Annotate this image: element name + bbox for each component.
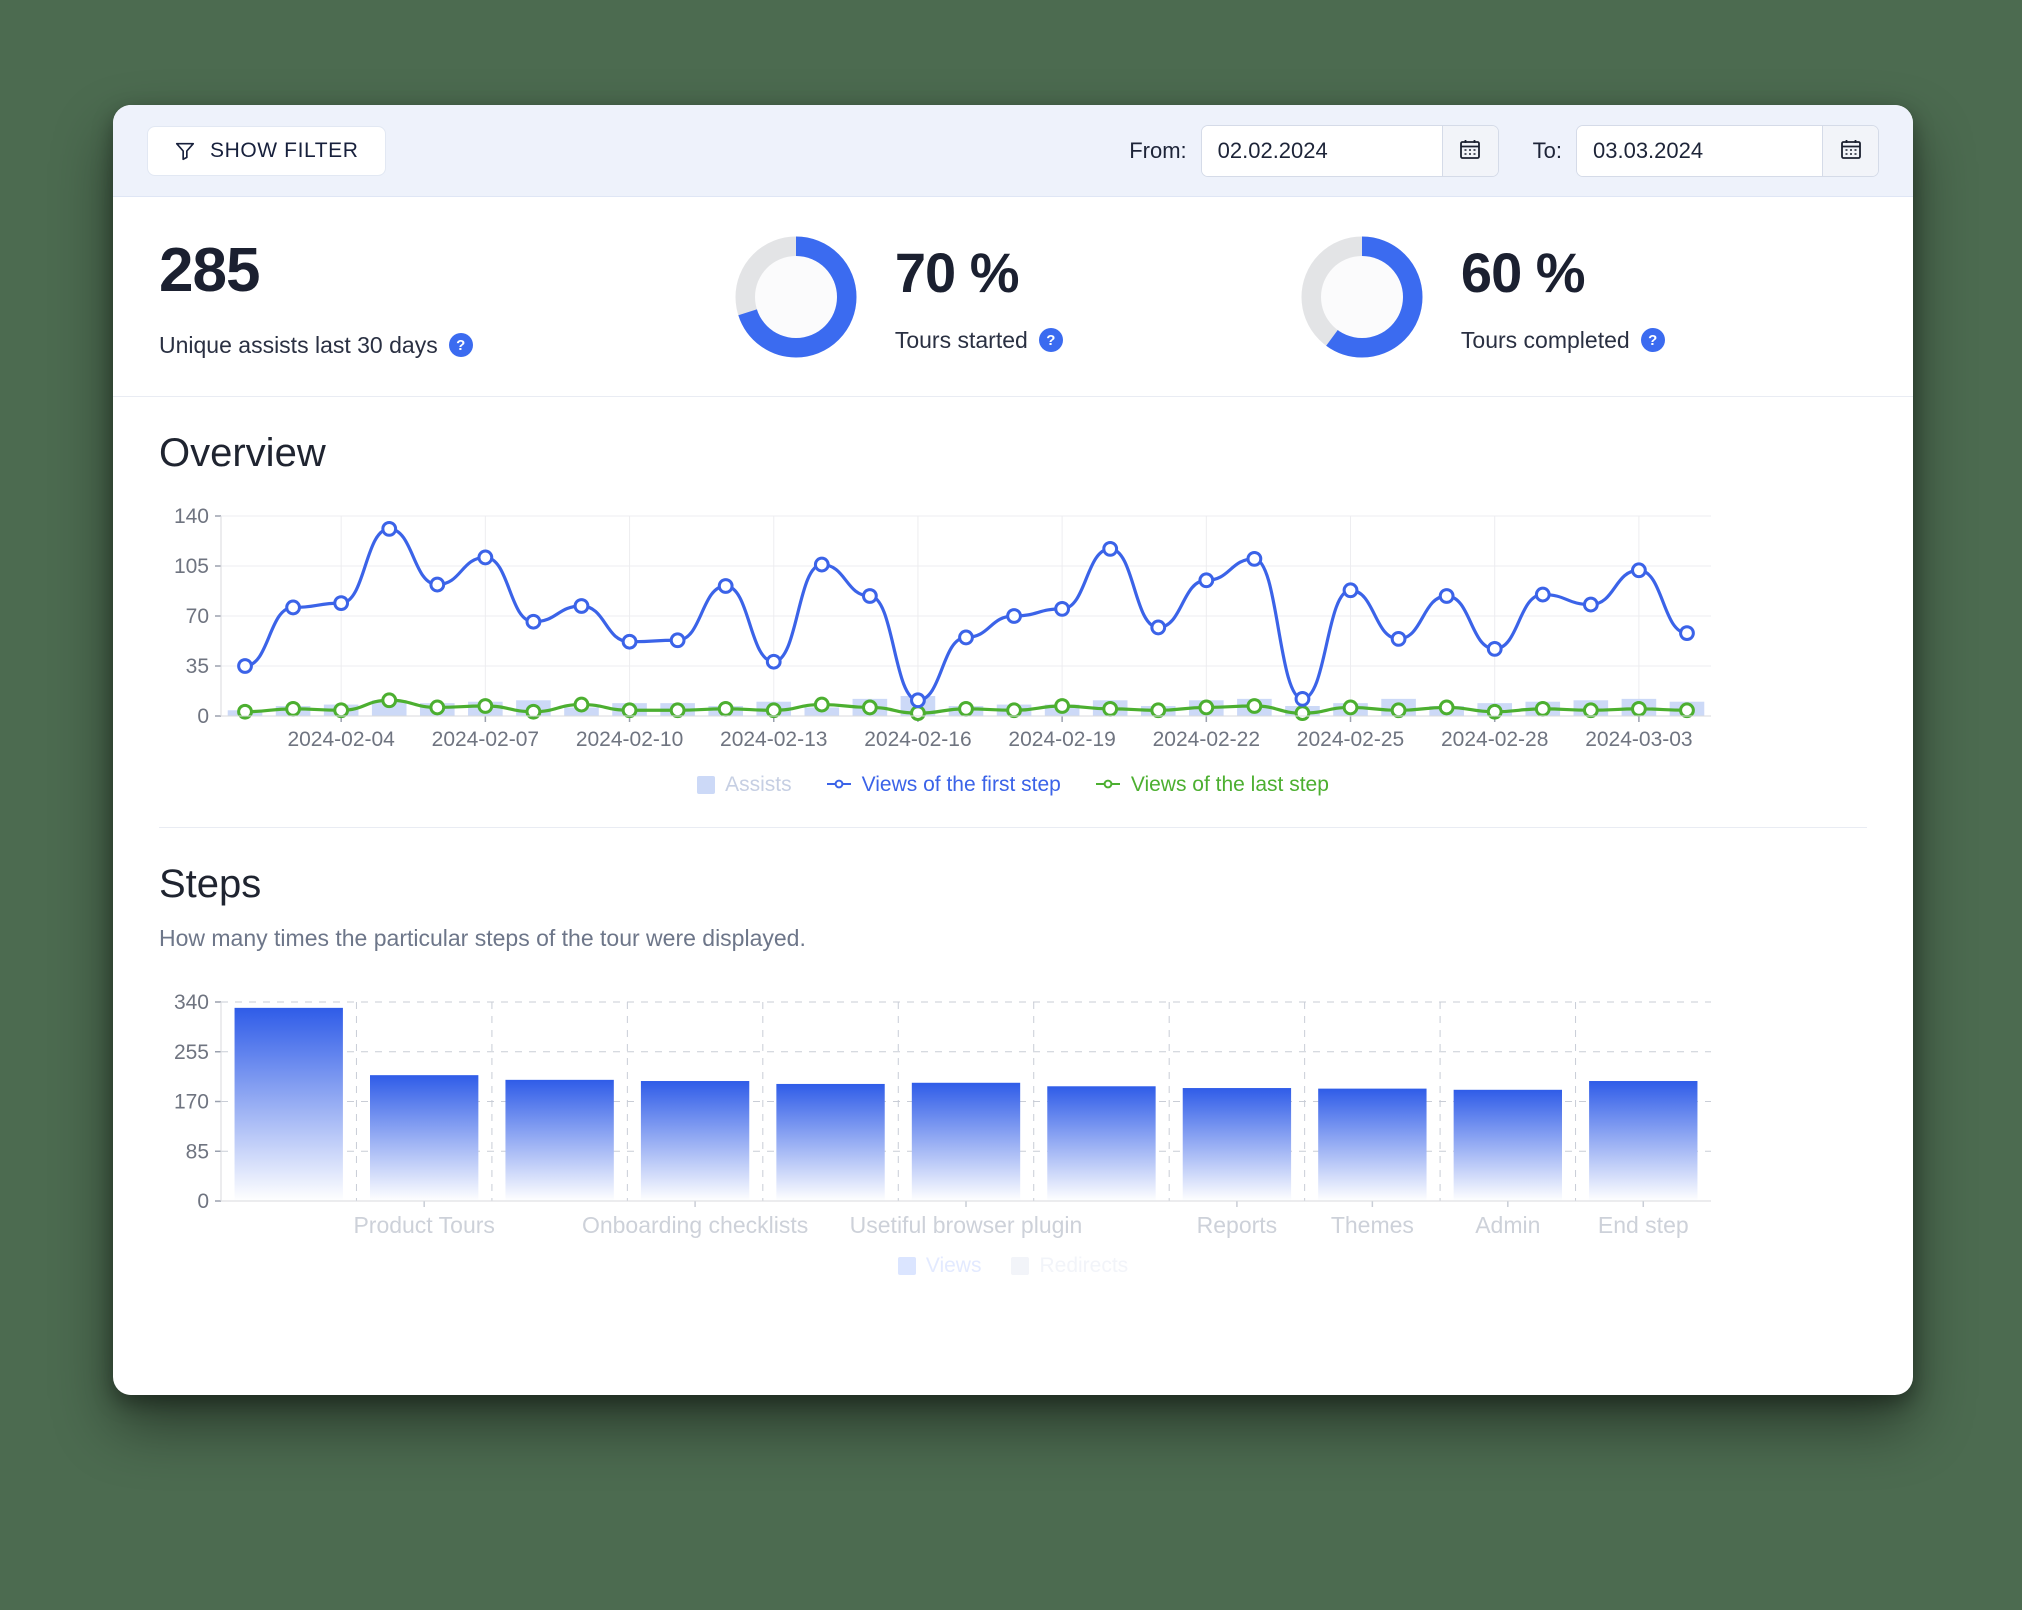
- tours-started-text: 70 % Tours started ?: [895, 240, 1063, 354]
- donut-hole: [755, 256, 837, 338]
- svg-text:2024-02-25: 2024-02-25: [1297, 728, 1404, 751]
- page-title-steps: Steps: [159, 862, 1867, 907]
- kpi-value: 70 %: [895, 240, 1063, 305]
- svg-text:35: 35: [186, 655, 209, 678]
- svg-text:Usetiful browser plugin: Usetiful browser plugin: [850, 1212, 1083, 1238]
- calendar-icon: [1839, 137, 1863, 164]
- toolbar: SHOW FILTER From: To:: [113, 105, 1913, 197]
- from-date-field: [1201, 125, 1499, 177]
- from-calendar-button[interactable]: [1442, 126, 1498, 176]
- svg-text:85: 85: [186, 1140, 209, 1163]
- svg-text:Themes: Themes: [1331, 1212, 1414, 1238]
- overview-section: Overview 0 35 70 105 140 2024-02-04 2024-02-07…: [113, 431, 1913, 828]
- line-marker-icon: [826, 773, 852, 797]
- svg-text:2024-02-13: 2024-02-13: [720, 728, 827, 751]
- donut-hole: [1321, 256, 1403, 338]
- page-title-overview: Overview: [159, 431, 1867, 476]
- to-date-input[interactable]: [1577, 126, 1822, 176]
- kpi-label: Tours started: [895, 327, 1028, 354]
- assists-swatch: [697, 776, 715, 794]
- svg-text:105: 105: [174, 555, 209, 578]
- kpi-unique-assists: 285 Unique assists last 30 days ?: [159, 235, 735, 359]
- svg-text:0: 0: [197, 705, 209, 728]
- svg-text:0: 0: [197, 1190, 209, 1213]
- svg-text:End step: End step: [1598, 1212, 1689, 1238]
- legend-item-views[interactable]: Views: [898, 1254, 982, 1278]
- svg-text:2024-03-03: 2024-03-03: [1585, 728, 1692, 751]
- views-swatch: [898, 1257, 916, 1275]
- overview-chart: 0 35 70 105 140 2024-02-04 2024-02-07 2024-02-1…: [159, 502, 1867, 797]
- funnel-icon: [174, 140, 196, 162]
- calendar-icon: [1458, 137, 1482, 164]
- svg-text:Reports: Reports: [1197, 1212, 1278, 1238]
- legend-label: Views of the first step: [862, 773, 1061, 797]
- legend-label: Redirects: [1039, 1254, 1128, 1278]
- kpi-label: Tours completed: [1461, 327, 1630, 354]
- svg-text:2024-02-04: 2024-02-04: [287, 728, 395, 751]
- kpi-value: 60 %: [1461, 240, 1665, 305]
- to-label: To:: [1533, 138, 1562, 164]
- tours-completed-donut: [1301, 236, 1423, 358]
- svg-text:2024-02-28: 2024-02-28: [1441, 728, 1548, 751]
- to-date-group: To:: [1533, 125, 1879, 177]
- svg-text:Onboarding checklists: Onboarding checklists: [582, 1212, 808, 1238]
- kpi-label-row: Unique assists last 30 days ?: [159, 332, 473, 359]
- svg-text:2024-02-22: 2024-02-22: [1153, 728, 1260, 751]
- legend-label: Views of the last step: [1131, 773, 1329, 797]
- svg-text:70: 70: [186, 605, 209, 628]
- redirects-swatch: [1011, 1257, 1029, 1275]
- steps-bar-chart[interactable]: 0 85 170 255 340 Product Tours Onboarding chec…: [159, 992, 1719, 1247]
- legend-item-last-step[interactable]: Views of the last step: [1095, 773, 1329, 797]
- show-filter-button[interactable]: SHOW FILTER: [147, 126, 386, 176]
- to-date-field: [1576, 125, 1879, 177]
- from-date-group: From:: [1129, 125, 1498, 177]
- legend-label: Views: [926, 1254, 982, 1278]
- legend-item-redirects[interactable]: Redirects: [1011, 1254, 1128, 1278]
- help-icon[interactable]: ?: [1039, 328, 1063, 352]
- svg-text:255: 255: [174, 1041, 209, 1064]
- section-divider: [159, 827, 1867, 828]
- svg-text:Product Tours: Product Tours: [353, 1212, 494, 1238]
- kpi-tours-completed: 60 % Tours completed ?: [1301, 236, 1867, 358]
- svg-text:2024-02-19: 2024-02-19: [1008, 728, 1115, 751]
- overview-legend: Assists Views of the first step Views of…: [159, 773, 1867, 797]
- dashboard-window: SHOW FILTER From: To:: [113, 105, 1913, 1395]
- steps-section: Steps How many times the particular step…: [113, 862, 1913, 1278]
- steps-legend: Views Redirects: [159, 1254, 1867, 1278]
- tours-started-donut: [735, 236, 857, 358]
- from-label: From:: [1129, 138, 1186, 164]
- kpi-tours-started: 70 % Tours started ?: [735, 236, 1301, 358]
- kpi-value: 285: [159, 235, 259, 306]
- show-filter-label: SHOW FILTER: [210, 139, 359, 163]
- legend-item-assists[interactable]: Assists: [697, 773, 792, 797]
- kpi-row: 285 Unique assists last 30 days ? 70 % T…: [113, 197, 1913, 397]
- steps-chart: 0 85 170 255 340 Product Tours Onboarding chec…: [159, 992, 1867, 1278]
- svg-text:2024-02-07: 2024-02-07: [432, 728, 539, 751]
- svg-text:340: 340: [174, 992, 209, 1014]
- svg-text:170: 170: [174, 1091, 209, 1114]
- overview-line-chart[interactable]: 0 35 70 105 140 2024-02-04 2024-02-07 2024-02-1…: [159, 502, 1719, 762]
- legend-item-first-step[interactable]: Views of the first step: [826, 773, 1061, 797]
- to-calendar-button[interactable]: [1822, 126, 1878, 176]
- help-icon[interactable]: ?: [1641, 328, 1665, 352]
- legend-label: Assists: [725, 773, 792, 797]
- svg-text:Admin: Admin: [1475, 1212, 1540, 1238]
- svg-text:2024-02-16: 2024-02-16: [864, 728, 971, 751]
- line-marker-icon: [1095, 773, 1121, 797]
- from-date-input[interactable]: [1202, 126, 1442, 176]
- tours-completed-text: 60 % Tours completed ?: [1461, 240, 1665, 354]
- svg-text:140: 140: [174, 505, 209, 528]
- kpi-label: Unique assists last 30 days: [159, 332, 438, 359]
- svg-text:2024-02-10: 2024-02-10: [576, 728, 683, 751]
- kpi-label-row: Tours started ?: [895, 327, 1063, 354]
- kpi-label-row: Tours completed ?: [1461, 327, 1665, 354]
- help-icon[interactable]: ?: [449, 333, 473, 357]
- steps-description: How many times the particular steps of t…: [159, 925, 1867, 952]
